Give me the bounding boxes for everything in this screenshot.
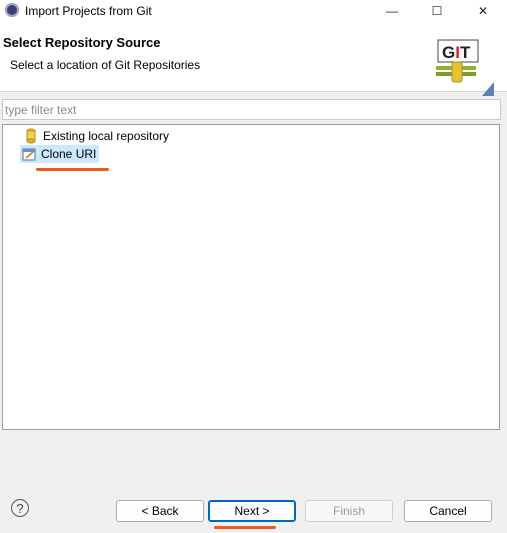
close-button[interactable]: ✕ [460, 0, 506, 22]
annotation-underline-clone-uri [36, 168, 109, 171]
annotation-underline-next [214, 526, 276, 529]
tree-item-clone-uri[interactable]: Clone URI [20, 145, 100, 163]
eclipse-app-icon [5, 3, 19, 17]
svg-text:GIT: GIT [442, 43, 471, 62]
repository-icon [26, 128, 36, 144]
back-button[interactable]: < Back [116, 500, 204, 522]
page-title: Select Repository Source [3, 35, 161, 50]
cancel-button[interactable]: Cancel [404, 500, 492, 522]
finish-button[interactable]: Finish [305, 500, 393, 522]
help-icon[interactable]: ? [11, 499, 29, 517]
tree-item-existing-local-repository[interactable]: Existing local repository [22, 127, 172, 145]
filter-input[interactable] [2, 99, 501, 120]
window-title: Import Projects from Git [25, 4, 152, 18]
tree-item-label: Existing local repository [43, 129, 170, 143]
wizard-header: Select Repository Source Select a locati… [0, 22, 507, 96]
git-logo-icon: GIT [436, 39, 494, 96]
tree-item-label: Clone URI [41, 147, 97, 161]
next-button[interactable]: Next > [208, 500, 296, 522]
page-subtitle: Select a location of Git Repositories [10, 58, 201, 72]
minimize-button[interactable]: — [369, 0, 415, 22]
maximize-button[interactable]: ☐ [414, 0, 460, 22]
title-bar: Import Projects from Git — ☐ ✕ [0, 0, 507, 22]
clone-uri-icon [22, 148, 36, 161]
